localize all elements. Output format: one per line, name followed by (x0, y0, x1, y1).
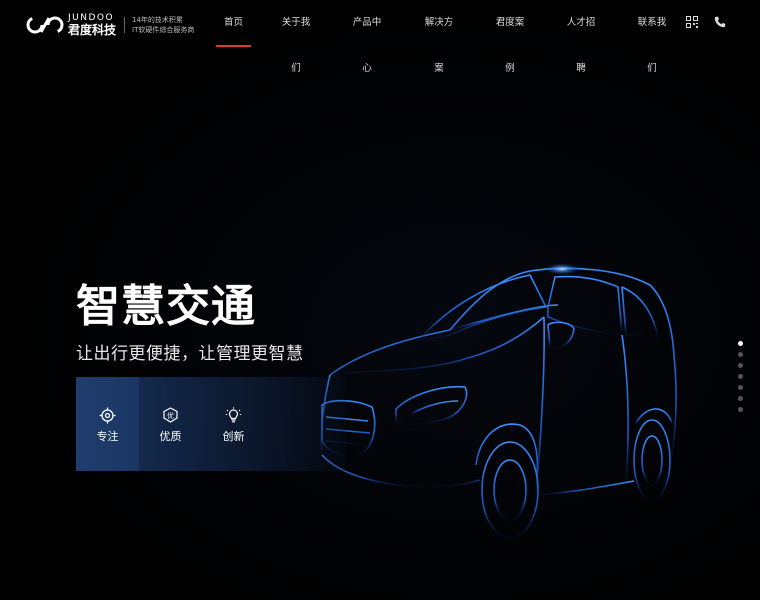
feature-panel: 专注 优 优质 创新 (76, 377, 346, 471)
slider-dot[interactable] (738, 396, 743, 401)
site-header: JUNDOO 君度科技 14年的技术积累 IT软硬件综合服务商 首页 关于我们 … (0, 0, 760, 74)
roof-light-glow (544, 263, 580, 275)
main-nav: 首页 关于我们 产品中心 解决方案 君度案例 人才招聘 联系我们 (216, 0, 670, 74)
feature-quality[interactable]: 优 优质 (139, 377, 202, 471)
slider-dot[interactable] (738, 374, 743, 379)
slider-dot[interactable] (738, 363, 743, 368)
slider-dot[interactable] (738, 385, 743, 390)
quality-badge-icon: 优 (163, 407, 178, 423)
qrcode-icon[interactable] (686, 16, 698, 28)
feature-label-innovation: 创新 (222, 430, 245, 443)
brand-name: JUNDOO 君度科技 (68, 13, 117, 37)
hero-title: 智慧交通 (76, 281, 256, 332)
brand-name-cn: 君度科技 (68, 23, 117, 37)
nav-item-contact[interactable]: 联系我们 (634, 0, 670, 74)
brand-slogan: 14年的技术积累 IT软硬件综合服务商 (132, 15, 194, 35)
feature-innovation[interactable]: 创新 (202, 377, 265, 471)
nav-item-about[interactable]: 关于我们 (278, 0, 314, 74)
car-wireframe-illustration (320, 263, 677, 539)
feature-label-quality: 优质 (159, 430, 182, 443)
nav-item-home[interactable]: 首页 (216, 0, 251, 47)
svg-text:优: 优 (167, 411, 174, 420)
hero-banner: JUNDOO 君度科技 14年的技术积累 IT软硬件综合服务商 首页 关于我们 … (0, 0, 760, 600)
hero-subtitle: 让出行更便捷，让管理更智慧 (76, 344, 304, 364)
nav-item-cases[interactable]: 君度案例 (492, 0, 528, 74)
logo-divider (124, 17, 126, 33)
header-icons (686, 16, 726, 28)
logo-mark-icon (26, 16, 64, 34)
nav-item-solutions[interactable]: 解决方案 (421, 0, 457, 74)
slogan-line-2: IT软硬件综合服务商 (132, 26, 195, 34)
feature-label-focus: 专注 (96, 430, 119, 443)
brand-name-en: JUNDOO (68, 13, 115, 23)
slider-dot[interactable] (738, 352, 743, 357)
slider-dot[interactable] (738, 341, 743, 346)
slogan-line-1: 14年的技术积累 (132, 15, 183, 24)
feature-focus[interactable]: 专注 (76, 377, 139, 471)
lightbulb-icon (225, 407, 242, 423)
slider-pagination (738, 341, 743, 412)
target-icon (99, 407, 116, 424)
nav-item-products[interactable]: 产品中心 (349, 0, 385, 74)
nav-item-careers[interactable]: 人才招聘 (563, 0, 599, 74)
brand-logo[interactable]: JUNDOO 君度科技 14年的技术积累 IT软硬件综合服务商 (26, 14, 194, 36)
slider-dot[interactable] (738, 407, 743, 412)
phone-icon[interactable] (714, 16, 726, 28)
